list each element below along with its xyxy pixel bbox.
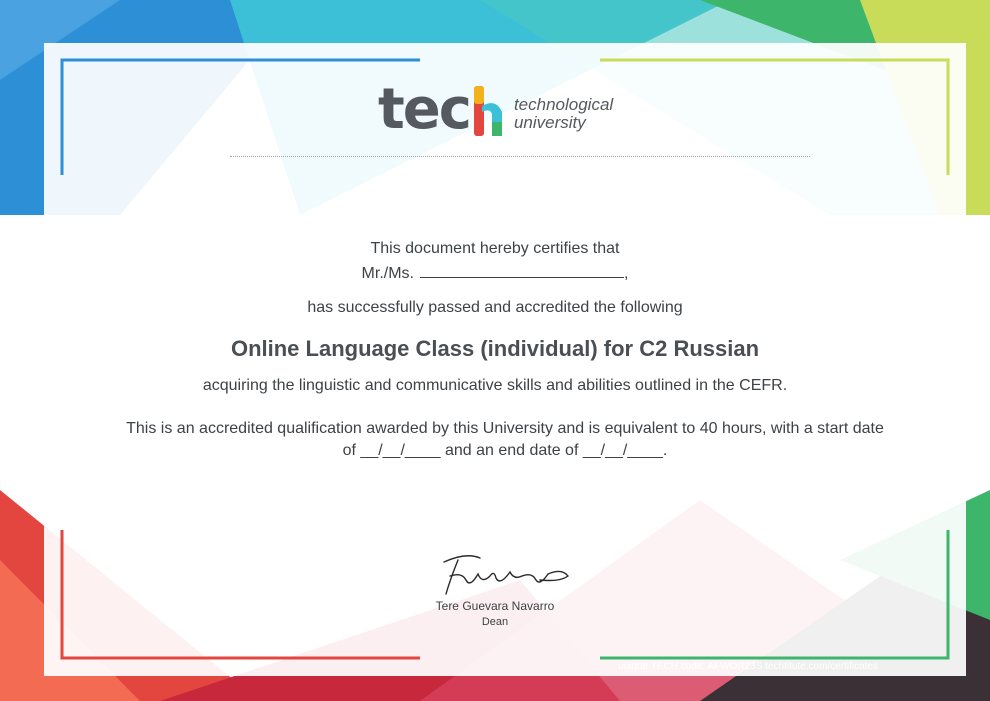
logo-sub-line1: technological [513, 95, 614, 114]
signatory-name: Tere Guevara Navarro [435, 599, 555, 613]
dean-signature [443, 555, 569, 595]
passed-text: has successfully passed and accredited t… [307, 299, 683, 316]
accreditation-text: This is an accredited qualification awar… [126, 420, 884, 459]
recipient-line: Mr./Ms., [0, 263, 990, 283]
logo-sub-line2: university [513, 113, 586, 132]
course-title: Online Language Class (individual) for C… [230, 336, 760, 361]
signatory-role: Dean [481, 616, 509, 628]
logo-wordmark: tec [378, 77, 472, 142]
logo-subtitle: technological university [514, 96, 613, 132]
skills-text: acquiring the linguistic and communicati… [202, 377, 788, 394]
name-comma: , [623, 265, 629, 282]
salutation: Mr./Ms. [361, 265, 414, 282]
certificate: tec technological university This docume… [0, 0, 990, 701]
logo-h-icon [473, 86, 502, 136]
tech-logo: tec technological university [378, 74, 613, 138]
certifies-text: This document hereby certifies that [370, 240, 620, 257]
certificate-code: unique TECH code: AFWOR23S techtitute.co… [618, 661, 878, 672]
dotted-divider [230, 156, 810, 157]
name-blank [419, 263, 624, 278]
